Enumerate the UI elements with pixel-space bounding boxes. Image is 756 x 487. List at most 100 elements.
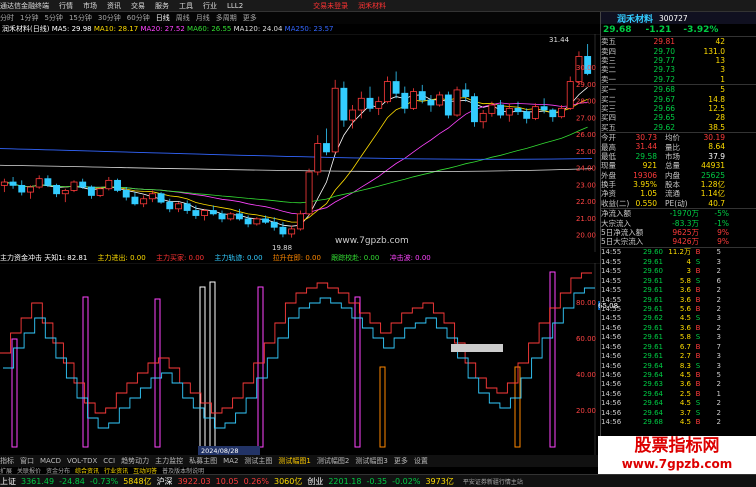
indicator-axis-label: 60.00: [576, 335, 596, 343]
price-axis-label: 23.00: [576, 181, 596, 189]
menu-tools[interactable]: 工具: [179, 1, 193, 11]
app-logo: 通达信金融终端: [0, 1, 49, 10]
tick-list[interactable]: 14:55 29.60 11.2万 B 5 14:55 29.61 4 S 3 14:55 29.60…: [601, 246, 756, 427]
index-hs-value: 3922.03: [177, 476, 211, 486]
tick-row: 14:56 29.63 3.6 B 2: [601, 380, 721, 389]
tick-row: 14:55 29.61 5.6 B 2: [601, 304, 721, 313]
ma-info-line: 润禾材料(日线) MA5: 29.98 MA10: 28.17 MA20: 27…: [2, 24, 600, 34]
tab-window[interactable]: 窗口: [20, 456, 34, 466]
menu-quotes[interactable]: 行情: [59, 1, 73, 11]
tab-indicator[interactable]: 指标: [0, 456, 14, 466]
candle: [35, 175, 43, 189]
candle: [497, 99, 505, 119]
period-intraday[interactable]: 分时: [0, 13, 14, 23]
tab-test-sub2[interactable]: 测试幅图2: [317, 456, 349, 466]
tab-macd[interactable]: MACD: [40, 457, 61, 465]
candle: [349, 104, 357, 129]
link-industry[interactable]: 行业资讯: [104, 466, 128, 474]
indicator-main-track: 主力轨迹: 0.00: [214, 254, 263, 262]
link-quote[interactable]: 关联报价: [17, 466, 41, 474]
candle: [18, 180, 26, 196]
candle: [183, 200, 191, 214]
tab-vol[interactable]: VOL-TDX: [67, 457, 97, 465]
period-weekly[interactable]: 周线: [176, 13, 190, 23]
candle: [453, 86, 461, 117]
tab-monitor[interactable]: 主力监控: [155, 456, 183, 466]
candle: [331, 79, 339, 154]
candle: [157, 192, 165, 204]
candle: [549, 108, 557, 122]
period-1min[interactable]: 1分钟: [20, 13, 38, 23]
period-multi[interactable]: 多周期: [216, 13, 237, 23]
ma20-value: MA20: 27.52: [140, 25, 185, 33]
candle: [427, 94, 435, 112]
index-cy-pct: -0.02%: [392, 476, 421, 486]
indicator-chart[interactable]: 80.00 60.00 40.00 20.00 2024/08/28: [0, 263, 600, 455]
fund-flow-block: 净流入额 -1970万 -5% 大宗流入 -83.3万 -1% 5日净流入额 9625万 9…: [601, 208, 756, 247]
menu-service[interactable]: 服务: [155, 1, 169, 11]
indicator-bar: [379, 366, 386, 448]
watermark-url: www.7gpzb.com: [621, 457, 733, 471]
bid-row: 买五 29.62 38.5: [601, 122, 725, 132]
period-monthly[interactable]: 月线: [196, 13, 210, 23]
stats-block: 今开 30.73 均价 30.19 最高 31.44 量比 8.64 最低 29.58 市场 37…: [601, 131, 756, 208]
current-price: 29.68: [603, 25, 632, 35]
candle: [314, 135, 322, 176]
tab-settings[interactable]: 设置: [414, 456, 428, 466]
stats-row: 收益(二) 0.550 PE(动) 40.7: [601, 198, 725, 208]
index-hs-name[interactable]: 沪深: [157, 476, 173, 487]
trade-login-status[interactable]: 交易未登录: [313, 1, 348, 11]
link-funds[interactable]: 资金分布: [46, 466, 70, 474]
link-version[interactable]: 普及版本制说明: [162, 466, 204, 474]
index-cy-name[interactable]: 创业: [307, 476, 323, 487]
candle: [383, 76, 391, 104]
indicator-wave: 冲击波: 0.00: [389, 254, 431, 262]
candle: [0, 178, 8, 193]
index-sh-name[interactable]: 上证: [0, 476, 16, 487]
candle: [305, 168, 313, 216]
menu-news[interactable]: 资讯: [107, 1, 121, 11]
menu-l2[interactable]: LLL2: [227, 2, 243, 10]
tick-row: 14:55 29.61 3.6 B 2: [601, 286, 721, 295]
period-more[interactable]: 更多: [243, 13, 257, 23]
period-5min[interactable]: 5分钟: [44, 13, 62, 23]
menu-industry[interactable]: 行业: [203, 1, 217, 11]
tab-test-sub1[interactable]: 测试幅图1: [278, 456, 310, 466]
candle: [392, 71, 400, 99]
link-qa[interactable]: 互动问答: [133, 466, 157, 474]
candle: [479, 110, 487, 129]
price-change: -1.21: [645, 25, 672, 35]
period-30min[interactable]: 30分钟: [98, 13, 121, 23]
indicator-trace: 跟踪校赴: 0.00: [331, 254, 380, 262]
menu-trade[interactable]: 交易: [131, 1, 145, 11]
index-hs-change: 10.05: [215, 476, 239, 486]
tab-ma2[interactable]: MA2: [223, 457, 238, 465]
link-extend[interactable]: 扩展: [0, 466, 12, 474]
index-hs-pct: 0.26%: [243, 476, 269, 486]
ask-book: 卖五 29.81 42 卖四 29.70 131.0 卖三 29.77 13 卖二 29.73…: [601, 36, 756, 84]
ma250-line: [0, 148, 593, 160]
tab-more[interactable]: 更多: [394, 456, 408, 466]
indicator-bar: [154, 298, 161, 448]
tab-trend[interactable]: 趋势动力: [121, 456, 149, 466]
period-15min[interactable]: 15分钟: [69, 13, 92, 23]
site-watermark: 股票指标网 www.7gpzb.com: [598, 436, 756, 474]
candle: [209, 205, 217, 216]
period-60min[interactable]: 60分钟: [127, 13, 150, 23]
tab-test-main[interactable]: 测试主图: [244, 456, 272, 466]
price-axis-label: 26.00: [576, 131, 596, 139]
tick-row: 14:56 29.61 6.7 B 7: [601, 342, 721, 351]
tick-row: 14:55 29.61 3.6 B 2: [601, 295, 721, 304]
link-news[interactable]: 综合资讯: [75, 466, 99, 474]
menu-market[interactable]: 市场: [83, 1, 97, 11]
indicator-name[interactable]: 主力资金冲击: [0, 254, 42, 262]
tab-cci[interactable]: CCI: [103, 457, 115, 465]
ask-row: 卖一 29.72 1: [601, 74, 725, 84]
tab-test-sub3[interactable]: 测试幅图3: [355, 456, 387, 466]
price-axis-label: 29.00: [576, 81, 596, 89]
candle: [357, 91, 365, 119]
candlestick-chart[interactable]: 30.00 29.00 28.00 27.00 26.00 25.00 24.00 23.00…: [0, 34, 600, 252]
ma10-line: [4, 97, 588, 223]
period-daily[interactable]: 日线: [156, 13, 170, 23]
tab-private[interactable]: 私募主图: [189, 456, 217, 466]
